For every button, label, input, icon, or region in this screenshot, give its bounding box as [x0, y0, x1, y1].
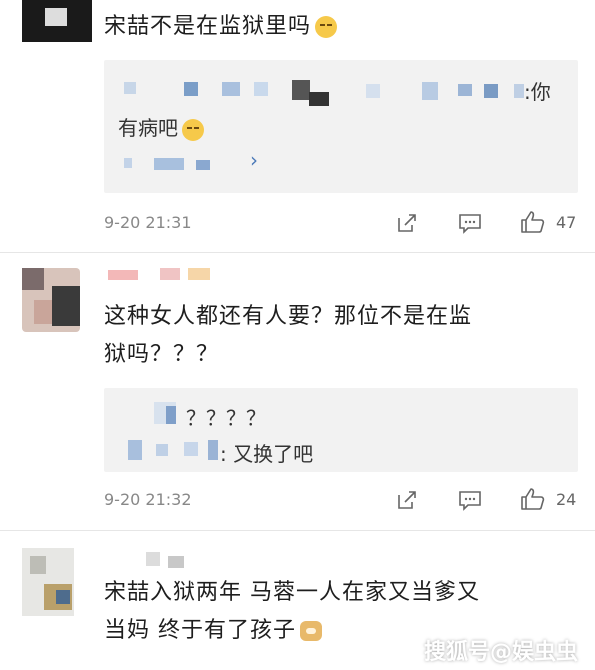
divider [0, 530, 595, 531]
comment-text-line1: 这种女人都还有人要？那位不是在监 [104, 304, 473, 329]
censored-username [124, 82, 136, 94]
censored-username [166, 406, 176, 424]
censored-link [154, 158, 184, 170]
dog-emoji [300, 621, 322, 641]
comment-text: 这种女人都还有人要？那位不是在监 狱吗？？？ [104, 298, 472, 374]
comment-date: 9-20 21:32 [104, 490, 192, 509]
like-icon[interactable] [520, 487, 546, 511]
censored-username [514, 84, 524, 98]
censored-username [184, 82, 198, 96]
censored-username [128, 440, 142, 460]
censored-username [108, 270, 138, 280]
comment-date: 9-20 21:31 [104, 213, 192, 232]
reply-text-line1: ？？？？ [186, 406, 266, 430]
avatar-pixel [45, 8, 67, 26]
avatar-pixel [30, 556, 46, 574]
censored-username [309, 92, 329, 106]
censored-username [458, 84, 472, 96]
avatar-pixel [52, 286, 80, 326]
censored-username [292, 80, 310, 100]
reply-text-tail: :你 [524, 80, 551, 104]
dizzy-emoji [182, 118, 204, 141]
censored-username [366, 84, 380, 98]
censored-username [146, 552, 160, 566]
comment-text-line2: 狱吗？？？ [104, 342, 220, 367]
censored-username [168, 556, 184, 568]
censored-username [484, 84, 498, 98]
censored-username [188, 268, 210, 280]
avatar-pixel [34, 300, 52, 324]
like-icon[interactable] [520, 210, 546, 234]
divider [0, 252, 595, 253]
reply-box[interactable]: ？？？？ : 又换了吧 [104, 388, 578, 472]
share-icon[interactable] [396, 489, 418, 511]
comment-icon[interactable] [458, 212, 482, 234]
censored-username [422, 82, 438, 100]
comment-text-line1: 宋喆入狱两年 马蓉一人在家又当爹又 [104, 580, 480, 605]
reply-text-line2: : 又换了吧 [220, 442, 314, 466]
censored-username [208, 440, 218, 460]
avatar-pixel [22, 268, 44, 290]
smile-emoji [315, 16, 338, 38]
share-icon[interactable] [396, 212, 418, 234]
censored-username [254, 82, 268, 96]
comment-text: 宋喆不是在监狱里吗 [104, 8, 338, 46]
censored-username [156, 444, 168, 456]
watermark: 搜狐号@娱虫虫 [424, 640, 579, 665]
comment-icon[interactable] [458, 489, 482, 511]
censored-username [160, 268, 180, 280]
like-count: 24 [556, 490, 577, 509]
censored-username [184, 442, 198, 456]
reply-box[interactable]: :你 有病吧 › [104, 60, 578, 193]
like-count: 47 [556, 213, 577, 232]
censored-username [222, 82, 240, 96]
reply-text-line2: 有病吧 [118, 112, 204, 141]
avatar-pixel [56, 590, 70, 604]
censored-link [124, 158, 132, 168]
comment-text-line2: 当妈 终于有了孩子 [104, 618, 296, 643]
view-more-arrow[interactable]: › [250, 148, 258, 172]
censored-link [196, 160, 210, 170]
